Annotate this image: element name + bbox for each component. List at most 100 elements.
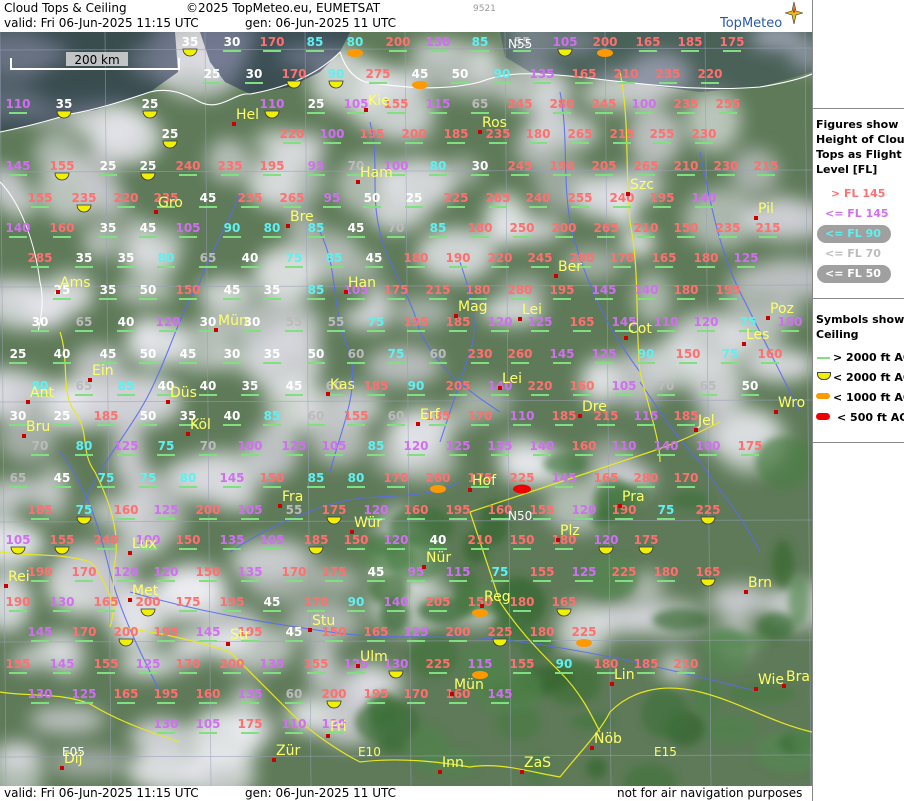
cloud-top-value: 45 (348, 221, 365, 235)
terrain-patch (772, 540, 794, 590)
cloud-top-value: 265 (279, 191, 304, 205)
ceiling-orange-symbol (472, 609, 488, 617)
cloud-top-value: 165 (593, 471, 618, 485)
cloud-top-value: 200 (219, 657, 244, 671)
legend-top-gt145: > FL 145 (831, 187, 886, 200)
cloud-top-value: 25 (100, 159, 117, 173)
cloud-top-value: 200 (113, 625, 138, 639)
cloud-top-value: 195 (153, 625, 178, 639)
legend-tops-title-1: Figures show (816, 118, 899, 131)
legend-ceiling-title-1: Symbols show (816, 313, 904, 326)
cloud-top-value: 70 (200, 439, 217, 453)
city-label: Ulm (360, 649, 388, 665)
city-label: Jel (697, 413, 715, 429)
cloud-top-value: 110 (653, 315, 678, 329)
cloud-top-value: 125 (733, 251, 758, 265)
legend-top-le145: <= FL 145 (825, 207, 889, 220)
cloud-top-value: 215 (425, 283, 450, 297)
cloud-top-value: 140 (529, 439, 554, 453)
legend-ceil-gt2000: > 2000 ft AGL (833, 351, 904, 364)
cloud-top-value: 235 (655, 67, 680, 81)
cloud-top-value: 280 (549, 97, 574, 111)
cloud-top-value: 210 (467, 533, 492, 547)
cloud-top-value: 30 (32, 315, 49, 329)
legend-yellow-halfcircle-icon (817, 372, 831, 380)
cloud-top-value: 135 (237, 565, 262, 579)
cloud-top-value: 155 (93, 657, 118, 671)
cloud-top-value: 210 (633, 221, 658, 235)
grid-label: E05 (62, 745, 85, 759)
terrain-patch (788, 576, 811, 627)
city-label: Ams (60, 275, 91, 291)
cloud-top-value: 160 (403, 503, 428, 517)
cloud-top-value: 175 (175, 595, 200, 609)
city-label: Plz (560, 523, 580, 539)
cloud-top-value: 45 (286, 379, 303, 393)
map-title: Cloud Tops & Ceiling (4, 1, 127, 15)
cloud-top-value: 150 (195, 565, 220, 579)
terrain-patch (700, 715, 759, 744)
cloud-top-value: 195 (549, 283, 574, 297)
cloud-top-value: 120 (113, 565, 138, 579)
cloud-top-value: 120 (571, 503, 596, 517)
cloud-top-value: 45 (100, 347, 117, 361)
cloud-top-value: 140 (383, 595, 408, 609)
cloud-top-value: 160 (49, 221, 74, 235)
cloud-top-value: 235 (715, 221, 740, 235)
cloud-top-value: 160 (113, 503, 138, 517)
cloud-top-value: 45 (224, 283, 241, 297)
cloud-top-value: 45 (264, 595, 281, 609)
city-label: Fra (282, 489, 303, 505)
cloud-top-value: 135 (487, 439, 512, 453)
cloud-top-value: 180 (403, 251, 428, 265)
cloud-top-value: 170 (383, 471, 408, 485)
cloud-top-value: 180 (653, 565, 678, 579)
cloud-top-value: 45 (140, 221, 157, 235)
cloud-top-value: 50 (742, 379, 759, 393)
footer-valid-time: valid: Fri 06-Jun-2025 11:15 UTC (4, 786, 199, 800)
cloud-top-value: 170 (175, 657, 200, 671)
cloud-top-value: 25 (406, 191, 423, 205)
cloud-top-value: 50 (140, 347, 157, 361)
cloud-top-value: 95 (408, 565, 425, 579)
cloud-top-value: 185 (633, 657, 658, 671)
cloud-top-value: 150 (509, 533, 534, 547)
cloud-top-value: 45 (412, 67, 429, 81)
cloud-top-value: 250 (509, 221, 534, 235)
cloud-top-value: 155 (343, 409, 368, 423)
city-label: Cot (628, 321, 652, 337)
cloud-top-value: 175 (383, 283, 408, 297)
cloud-top-value: 65 (10, 471, 27, 485)
cloud-top-value: 45 (366, 251, 383, 265)
city-label: Nöb (594, 731, 622, 747)
cloud-top-value: 95 (308, 159, 325, 173)
cloud-top-value: 200 (445, 625, 470, 639)
cloud-top-value: 105 (611, 379, 636, 393)
terrain-patch (701, 631, 770, 650)
cloud-top-value: 45 (180, 347, 197, 361)
cloud-top-value: 200 (385, 35, 410, 49)
cloud-top-value: 200 (551, 221, 576, 235)
cloud-top-value: 255 (715, 97, 740, 111)
cloud-top-value: 35 (264, 347, 281, 361)
cloud-top-value: 120 (593, 533, 618, 547)
cloud-top-value: 155 (303, 657, 328, 671)
city-label: Lux (132, 536, 157, 552)
cloud-top-value: 220 (527, 379, 552, 393)
cloud-top-value: 130 (49, 595, 74, 609)
city-label: Ant (30, 385, 54, 401)
cloud-top-value: 115 (467, 657, 492, 671)
cloud-top-value: 150 (343, 533, 368, 547)
cloud-top-value: 240 (525, 191, 550, 205)
cloud-top-value: 130 (27, 687, 52, 701)
cloud-top-value: 260 (425, 471, 450, 485)
cloud-top-value: 35 (100, 221, 117, 235)
cloud-top-value: 45 (286, 625, 303, 639)
cloud-top-value: 30 (472, 159, 489, 173)
cloud-top-value: 165 (551, 595, 576, 609)
cloud-top-value: 60 (308, 409, 325, 423)
satellite-map[interactable]: 35 30 170 85 80 200 130 85 55 105 200 165 185 175 25 30… (0, 32, 812, 786)
cloud-top-value: 195 (259, 159, 284, 173)
city-label: Han (348, 275, 376, 291)
cloud-top-value: 190 (5, 595, 30, 609)
